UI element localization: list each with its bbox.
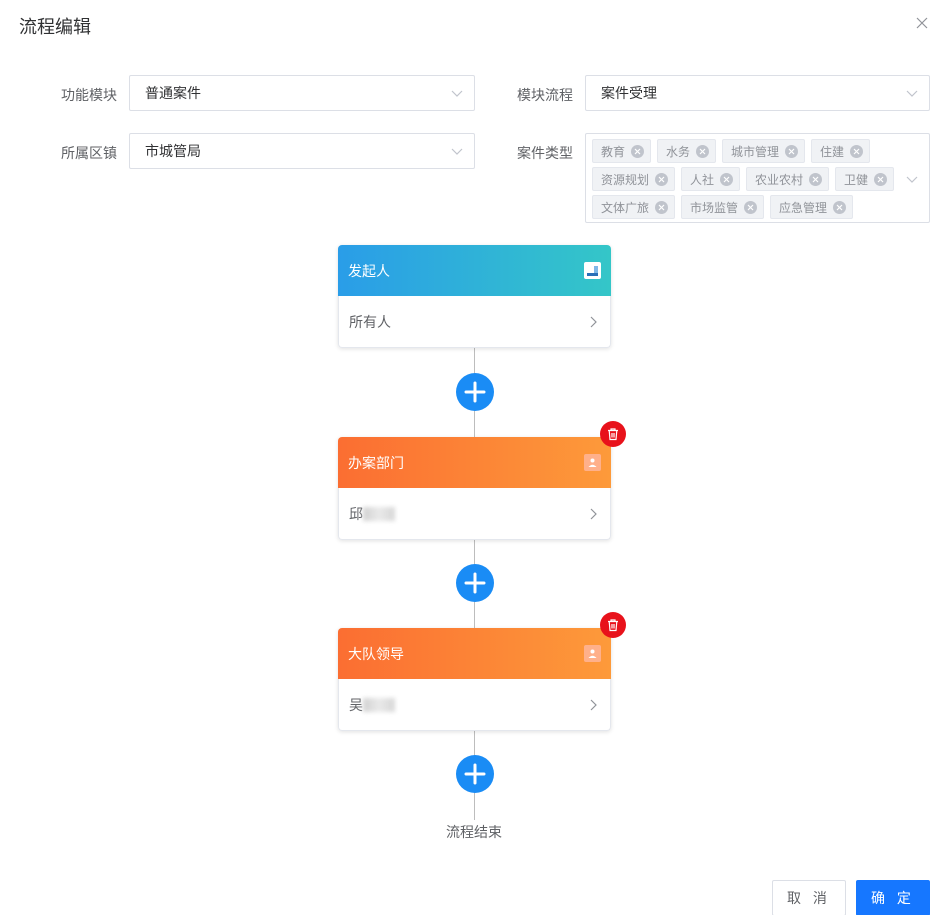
tag-close-icon[interactable] <box>744 200 758 214</box>
chevron-down-icon <box>451 148 463 155</box>
tag-label: 应急管理 <box>779 200 828 215</box>
node-assignee: 邱 <box>349 505 363 522</box>
tag-close-icon[interactable] <box>720 172 734 186</box>
tag-row: 教育 水务 城市管理 住建 <box>592 139 899 163</box>
function-module-value: 普通案件 <box>145 85 201 101</box>
node-assignee-selector[interactable]: 所有人 <box>338 296 611 348</box>
trash-icon <box>608 428 618 441</box>
tag-close-icon[interactable] <box>785 144 799 158</box>
module-flow-value: 案件受理 <box>601 85 657 101</box>
node-header: 办案部门 <box>338 437 611 488</box>
close-icon <box>916 17 928 29</box>
dialog-title: 流程编辑 <box>19 17 91 37</box>
flow-end-label: 流程结束 <box>446 824 502 840</box>
tag-label: 水务 <box>666 144 691 159</box>
tag-label: 文体广旅 <box>601 200 650 215</box>
flow-node-leader: 大队领导 吴 <box>338 628 611 731</box>
flow-node-department: 办案部门 邱 <box>338 437 611 540</box>
tag: 住建 <box>811 139 871 163</box>
tag-label: 市场监管 <box>690 200 739 215</box>
redacted-text <box>363 697 395 712</box>
node-header: 发起人 <box>338 245 611 296</box>
tag-label: 农业农村 <box>755 172 804 187</box>
plus-icon <box>464 381 486 403</box>
district-select[interactable]: 市城管局 <box>129 133 475 169</box>
tag: 水务 <box>657 139 717 163</box>
close-button[interactable] <box>913 14 931 32</box>
tag-close-icon[interactable] <box>655 200 669 214</box>
trash-icon <box>608 619 618 632</box>
chevron-right-icon <box>590 699 597 711</box>
function-module-select[interactable]: 普通案件 <box>129 75 475 111</box>
node-assignee-selector[interactable]: 吴 <box>338 679 611 731</box>
district-label: 所属区镇 <box>61 145 117 161</box>
user-icon <box>584 645 601 662</box>
district-value: 市城管局 <box>145 143 201 159</box>
tag: 资源规划 <box>592 167 676 191</box>
tag-label: 住建 <box>820 144 845 159</box>
node-title: 大队领导 <box>348 645 404 662</box>
case-type-multiselect[interactable]: 教育 水务 城市管理 住建 资源规划 人社 农业农村 卫健 文体广旅 市场监管 … <box>585 133 930 223</box>
flow-node-initiator: 发起人 所有人 <box>338 245 611 348</box>
case-type-label: 案件类型 <box>517 145 573 161</box>
tag-row: 文体广旅 市场监管 应急管理 <box>592 195 899 219</box>
chevron-down-icon <box>906 90 918 97</box>
tag-label: 教育 <box>601 144 626 159</box>
tag-row: 资源规划 人社 农业农村 卫健 <box>592 167 899 191</box>
tag-close-icon[interactable] <box>850 144 864 158</box>
user-icon <box>584 454 601 471</box>
add-node-button[interactable] <box>456 564 494 602</box>
tag-label: 资源规划 <box>601 172 650 187</box>
tag: 农业农村 <box>746 167 830 191</box>
node-title: 发起人 <box>348 262 390 279</box>
tag-label: 城市管理 <box>731 144 780 159</box>
delete-node-button[interactable] <box>600 421 626 447</box>
module-flow-label: 模块流程 <box>517 87 573 103</box>
plus-icon <box>464 572 486 594</box>
tag: 应急管理 <box>770 195 854 219</box>
confirm-button[interactable]: 确 定 <box>856 880 930 915</box>
tag-close-icon[interactable] <box>631 144 645 158</box>
tag-close-icon[interactable] <box>809 172 823 186</box>
tag: 文体广旅 <box>592 195 676 219</box>
node-assignee-selector[interactable]: 邱 <box>338 488 611 540</box>
delete-node-button[interactable] <box>600 612 626 638</box>
tag-label: 卫健 <box>844 172 869 187</box>
chevron-right-icon <box>590 508 597 520</box>
add-node-button[interactable] <box>456 755 494 793</box>
tag-label: 人社 <box>690 172 715 187</box>
tag-close-icon[interactable] <box>833 200 847 214</box>
node-title: 办案部门 <box>348 454 404 471</box>
add-node-button[interactable] <box>456 373 494 411</box>
tag: 卫健 <box>835 167 895 191</box>
tag: 城市管理 <box>722 139 806 163</box>
module-flow-select[interactable]: 案件受理 <box>585 75 930 111</box>
tag-close-icon[interactable] <box>655 172 669 186</box>
function-module-label: 功能模块 <box>61 87 117 103</box>
chevron-right-icon <box>590 316 597 328</box>
cancel-button[interactable]: 取 消 <box>772 880 846 915</box>
node-assignee: 吴 <box>349 696 363 713</box>
tag: 市场监管 <box>681 195 765 219</box>
chevron-down-icon <box>906 176 918 183</box>
tag: 人社 <box>681 167 741 191</box>
chevron-down-icon <box>451 90 463 97</box>
tag: 教育 <box>592 139 652 163</box>
node-header: 大队领导 <box>338 628 611 679</box>
redacted-text <box>363 506 395 521</box>
tag-close-icon[interactable] <box>874 172 888 186</box>
initiator-icon <box>584 262 601 279</box>
tag-close-icon[interactable] <box>696 144 710 158</box>
node-assignee: 所有人 <box>349 313 391 330</box>
plus-icon <box>464 763 486 785</box>
